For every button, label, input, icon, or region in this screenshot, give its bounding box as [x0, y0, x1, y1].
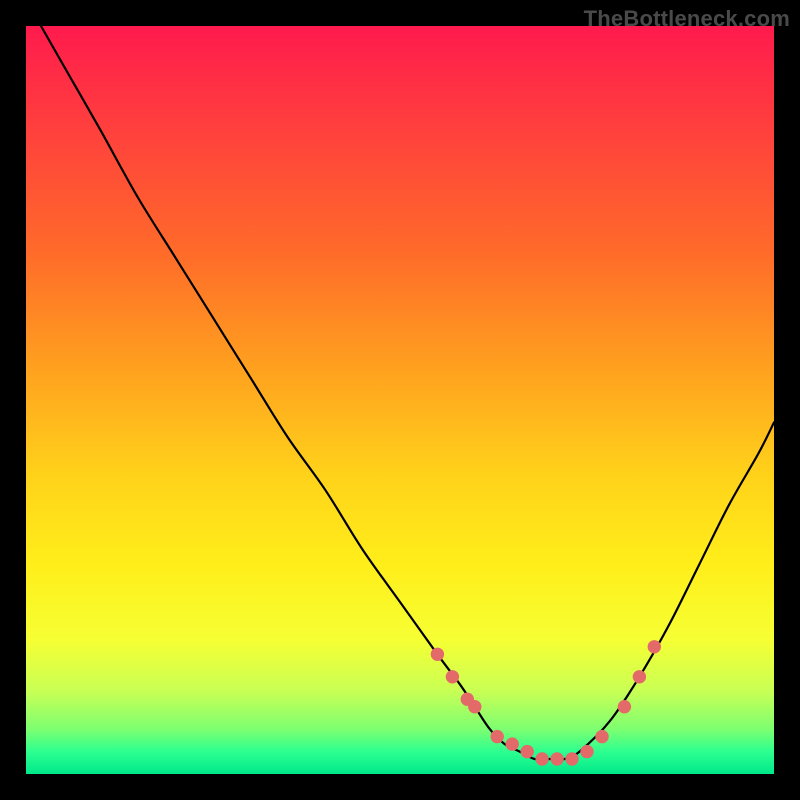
marker-point — [431, 648, 444, 661]
marker-point — [468, 700, 481, 713]
marker-point — [535, 752, 548, 765]
bottleneck-curve — [41, 26, 774, 760]
marker-point — [506, 737, 519, 750]
marker-point — [550, 752, 563, 765]
marker-point — [446, 670, 459, 683]
chart-frame: TheBottleneck.com — [0, 0, 800, 800]
marker-point — [521, 745, 534, 758]
marker-point — [580, 745, 593, 758]
marker-point — [618, 700, 631, 713]
marker-point — [491, 730, 504, 743]
marker-point — [633, 670, 646, 683]
marker-point — [565, 752, 578, 765]
plot-area — [26, 26, 774, 774]
highlight-markers — [431, 640, 661, 766]
chart-svg — [26, 26, 774, 774]
marker-point — [648, 640, 661, 653]
watermark-text: TheBottleneck.com — [584, 6, 790, 32]
marker-point — [595, 730, 608, 743]
